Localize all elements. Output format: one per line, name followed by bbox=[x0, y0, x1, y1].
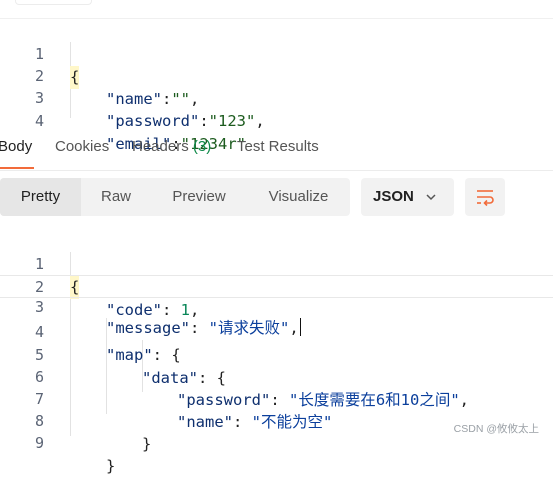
format-toolbar: Pretty Raw Preview Visualize JSON bbox=[0, 178, 553, 218]
tab-test-results[interactable]: Test Results bbox=[237, 138, 319, 155]
wrap-lines-icon bbox=[477, 190, 494, 207]
code-line: 1 { bbox=[0, 20, 80, 89]
json-key: "name" bbox=[106, 90, 162, 108]
json-colon: : bbox=[152, 346, 172, 364]
code-line: 7 "name": "不能为空" bbox=[0, 365, 332, 431]
json-key: "code" bbox=[106, 301, 162, 319]
json-colon: : bbox=[190, 319, 209, 337]
json-brace: { bbox=[216, 369, 227, 387]
language-select-value: JSON bbox=[373, 188, 414, 205]
headers-count-badge: (3) bbox=[192, 138, 212, 155]
active-tab-indicator bbox=[0, 167, 34, 169]
mode-raw-button[interactable]: Raw bbox=[81, 178, 151, 216]
json-comma: , bbox=[190, 90, 200, 108]
code-line: 5 "data": { bbox=[0, 321, 226, 387]
response-body-viewer[interactable]: 1 { 2 "code": 1, 3 "message": "请求失败", 4 … bbox=[0, 228, 553, 475]
code-line: 4 "email":"1234r" bbox=[0, 87, 246, 153]
code-line: 1 { bbox=[0, 230, 80, 299]
tab-headers-label: Headers bbox=[132, 138, 189, 155]
language-select[interactable]: JSON bbox=[361, 178, 454, 216]
code-line: 2 "code": 1, bbox=[0, 253, 199, 319]
json-brace: } bbox=[106, 457, 116, 475]
tab-cookies[interactable]: Cookies bbox=[55, 138, 109, 155]
wrap-lines-button[interactable] bbox=[465, 178, 505, 216]
code-line-current: 3 "message": "请求失败", bbox=[0, 275, 553, 337]
code-line: 2 "name":"", bbox=[0, 42, 199, 108]
code-line: 9 } bbox=[0, 409, 115, 475]
json-key: "name" bbox=[177, 413, 233, 431]
collapsed-panel-edge bbox=[15, 0, 92, 5]
json-comma: , bbox=[289, 319, 299, 337]
json-comma: , bbox=[190, 301, 200, 319]
view-mode-segmented: Pretty Raw Preview Visualize bbox=[0, 178, 350, 216]
mode-preview-button[interactable]: Preview bbox=[151, 178, 247, 216]
text-cursor bbox=[299, 318, 301, 336]
json-colon: : bbox=[233, 413, 252, 431]
json-key: "message" bbox=[106, 319, 190, 337]
code-text: { bbox=[70, 66, 80, 89]
code-line: 8 } bbox=[0, 387, 151, 453]
line-number: 9 bbox=[34, 434, 44, 452]
code-line: 6 "password": "长度需要在6和10之间", bbox=[0, 343, 469, 409]
code-line: 4 "map": { bbox=[0, 298, 181, 364]
json-value: "" bbox=[171, 90, 191, 108]
mode-visualize-button[interactable]: Visualize bbox=[247, 178, 350, 216]
request-body-editor[interactable]: 1 { 2 "name":"", 3 "password":"123", 4 "… bbox=[0, 0, 553, 153]
json-colon: : bbox=[162, 301, 181, 319]
json-colon: : bbox=[198, 369, 217, 387]
watermark: CSDN @攸攸太上 bbox=[453, 423, 539, 435]
code-line: 3 "password":"123", bbox=[0, 64, 265, 130]
json-value: "不能为空" bbox=[251, 413, 333, 431]
tab-headers[interactable]: Headers (3) bbox=[132, 138, 211, 155]
json-comma: , bbox=[459, 391, 470, 409]
json-value: 1 bbox=[180, 301, 191, 319]
json-key: "data" bbox=[142, 369, 198, 387]
json-value: "请求失败" bbox=[208, 319, 290, 337]
json-brace: { bbox=[171, 346, 181, 364]
divider bbox=[0, 18, 553, 19]
json-key: "map" bbox=[106, 346, 153, 364]
tab-body[interactable]: Body bbox=[0, 138, 32, 155]
json-brace: } bbox=[142, 435, 152, 453]
response-tabs: Body Cookies Headers (3) Test Results bbox=[0, 126, 553, 171]
json-colon: : bbox=[270, 391, 289, 409]
json-value: "长度需要在6和10之间" bbox=[289, 391, 460, 409]
json-colon: : bbox=[162, 90, 172, 108]
json-key: "password" bbox=[177, 391, 271, 409]
mode-pretty-button[interactable]: Pretty bbox=[0, 178, 81, 216]
chevron-down-icon bbox=[426, 194, 436, 201]
